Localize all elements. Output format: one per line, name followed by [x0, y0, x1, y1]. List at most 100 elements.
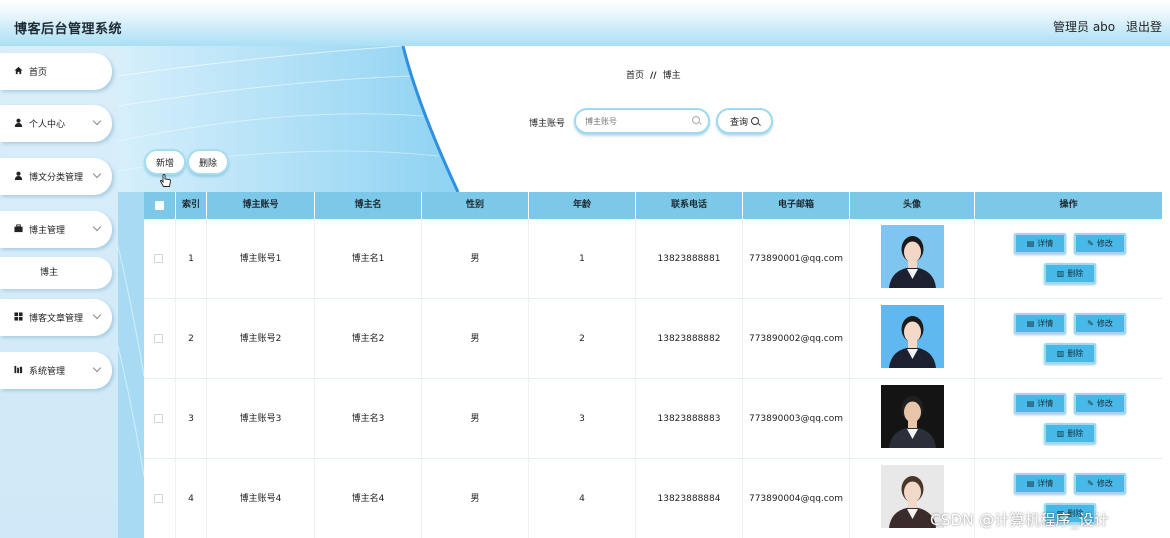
search-icon [692, 116, 700, 124]
user-icon [13, 118, 23, 130]
sidebar-item-label: 博主管理 [29, 226, 66, 236]
cell-actions: ▤ 详情 ✎ 修改 ▥ 删除 [975, 299, 1162, 379]
trash-icon: ▥ [1056, 269, 1065, 278]
app-title: 博客后台管理系统 [14, 22, 123, 37]
query-button[interactable]: 查询 [716, 108, 773, 134]
header-name[interactable]: 博主名 [315, 192, 422, 219]
sidebar-item-article-management[interactable]: 博客文章管理 [0, 299, 112, 336]
sidebar-item-label: 博文分类管理 [29, 173, 84, 183]
row-delete-button[interactable]: ▥ 删除 [1044, 263, 1096, 284]
cell-actions: ▤ 详情 ✎ 修改 ▥ 删除 [975, 379, 1162, 459]
hand-cursor-icon [160, 174, 172, 193]
cell-phone: 13823888883 [636, 379, 743, 459]
action-label: 修改 [1096, 319, 1113, 328]
edit-button[interactable]: ✎ 修改 [1074, 393, 1126, 414]
breadcrumb-home[interactable]: 首页 [626, 71, 644, 81]
search-field-wrapper [574, 108, 710, 134]
cell-select [144, 299, 176, 379]
cell-email: 773890003@qq.com [743, 379, 850, 459]
header-avatar: 头像 [850, 192, 975, 219]
row-delete-button[interactable]: ▥ 删除 [1044, 343, 1096, 364]
detail-button[interactable]: ▤ 详情 [1014, 473, 1066, 494]
cell-index: 1 [176, 219, 207, 299]
row-checkbox[interactable] [154, 494, 163, 503]
add-button[interactable]: 新增 [144, 149, 186, 175]
sidebar-item-system-management[interactable]: 系统管理 [0, 352, 112, 389]
action-label: 详情 [1037, 479, 1054, 488]
cell-select [144, 219, 176, 299]
header-actions: 操作 [1059, 200, 1078, 210]
cell-avatar [850, 299, 975, 379]
cell-name: 博主名2 [315, 299, 422, 379]
header-gender[interactable]: 性别 [422, 192, 529, 219]
sidebar-item-personal-center[interactable]: 个人中心 [0, 105, 112, 142]
sidebar-subitem-blogger[interactable]: 博主 [0, 257, 112, 289]
trash-icon: ▥ [1056, 349, 1065, 358]
search-icon [751, 117, 759, 125]
delete-button[interactable]: 删除 [187, 149, 229, 175]
breadcrumb-current: 博主 [662, 71, 681, 81]
cell-index: 4 [176, 459, 207, 538]
header-select-all-cell [144, 192, 176, 219]
row-delete-button[interactable]: ▥ 删除 [1044, 423, 1096, 444]
cell-gender: 男 [422, 299, 529, 379]
cell-actions: ▤ 详情 ✎ 修改 ▥ 删除 [975, 219, 1162, 299]
cell-age: 2 [529, 299, 636, 379]
cell-phone: 13823888881 [636, 219, 743, 299]
header-age[interactable]: 年龄 [529, 192, 636, 219]
edit-button[interactable]: ✎ 修改 [1074, 233, 1126, 254]
header-account[interactable]: 博主账号 [207, 192, 315, 219]
row-checkbox[interactable] [154, 334, 163, 343]
sidebar-item-label: 系统管理 [29, 367, 66, 377]
header-phone[interactable]: 联系电话 [636, 192, 743, 219]
cell-name: 博主名3 [315, 379, 422, 459]
logout-link[interactable]: 退出登 [1126, 18, 1170, 35]
cell-avatar [850, 379, 975, 459]
edit-button[interactable]: ✎ 修改 [1074, 473, 1126, 494]
select-all-checkbox[interactable] [155, 201, 164, 210]
row-checkbox[interactable] [154, 414, 163, 423]
breadcrumb: 首页 // 博主 [626, 68, 681, 81]
chart-icon [13, 365, 23, 377]
cell-avatar [850, 219, 975, 299]
cell-name: 博主名4 [315, 459, 422, 538]
cell-email: 773890002@qq.com [743, 299, 850, 379]
header-email[interactable]: 电子邮箱 [743, 192, 850, 219]
sidebar-item-category-management[interactable]: 博文分类管理 [0, 158, 112, 195]
watermark: CSDN @计算机程序_设计 [930, 511, 1110, 529]
action-label: 删除 [1067, 269, 1084, 278]
detail-button[interactable]: ▤ 详情 [1014, 233, 1066, 254]
cell-email: 773890001@qq.com [743, 219, 850, 299]
row-checkbox[interactable] [154, 254, 163, 263]
cell-select [144, 379, 176, 459]
cell-age: 3 [529, 379, 636, 459]
search-input[interactable] [585, 114, 691, 128]
action-label: 详情 [1037, 319, 1054, 328]
chevron-down-icon [92, 116, 102, 126]
search-label: 博主账号 [529, 119, 566, 129]
admin-user-label: 管理员 abo [1053, 20, 1116, 34]
blogger-table: 索引 博主账号 博主名 性别 年龄 联系电话 电子邮箱 头像 操作 1 博主账号1… [144, 192, 1162, 538]
top-header: 博客后台管理系统 管理员 abo 退出登 [0, 0, 1170, 46]
cell-gender: 男 [422, 379, 529, 459]
cell-gender: 男 [422, 459, 529, 538]
cell-account: 博主账号2 [207, 299, 315, 379]
edit-button[interactable]: ✎ 修改 [1074, 313, 1126, 334]
document-icon: ▤ [1026, 479, 1035, 488]
cell-select [144, 459, 176, 538]
cell-account: 博主账号1 [207, 219, 315, 299]
cell-phone: 13823888884 [636, 459, 743, 538]
cell-email: 773890004@qq.com [743, 459, 850, 538]
detail-button[interactable]: ▤ 详情 [1014, 393, 1066, 414]
detail-button[interactable]: ▤ 详情 [1014, 313, 1066, 334]
trash-icon: ▥ [1056, 429, 1065, 438]
sidebar-item-label: 博客文章管理 [29, 314, 84, 324]
cell-index: 2 [176, 299, 207, 379]
action-label: 修改 [1096, 239, 1113, 248]
sidebar-item-blogger-management[interactable]: 博主管理 [0, 211, 112, 248]
table-header: 索引 博主账号 博主名 性别 年龄 联系电话 电子邮箱 头像 操作 [144, 192, 1162, 219]
sidebar-item-home[interactable]: 首页 [0, 53, 112, 90]
chevron-down-icon [92, 310, 102, 320]
document-icon: ▤ [1026, 319, 1035, 328]
header-index[interactable]: 索引 [176, 192, 207, 219]
